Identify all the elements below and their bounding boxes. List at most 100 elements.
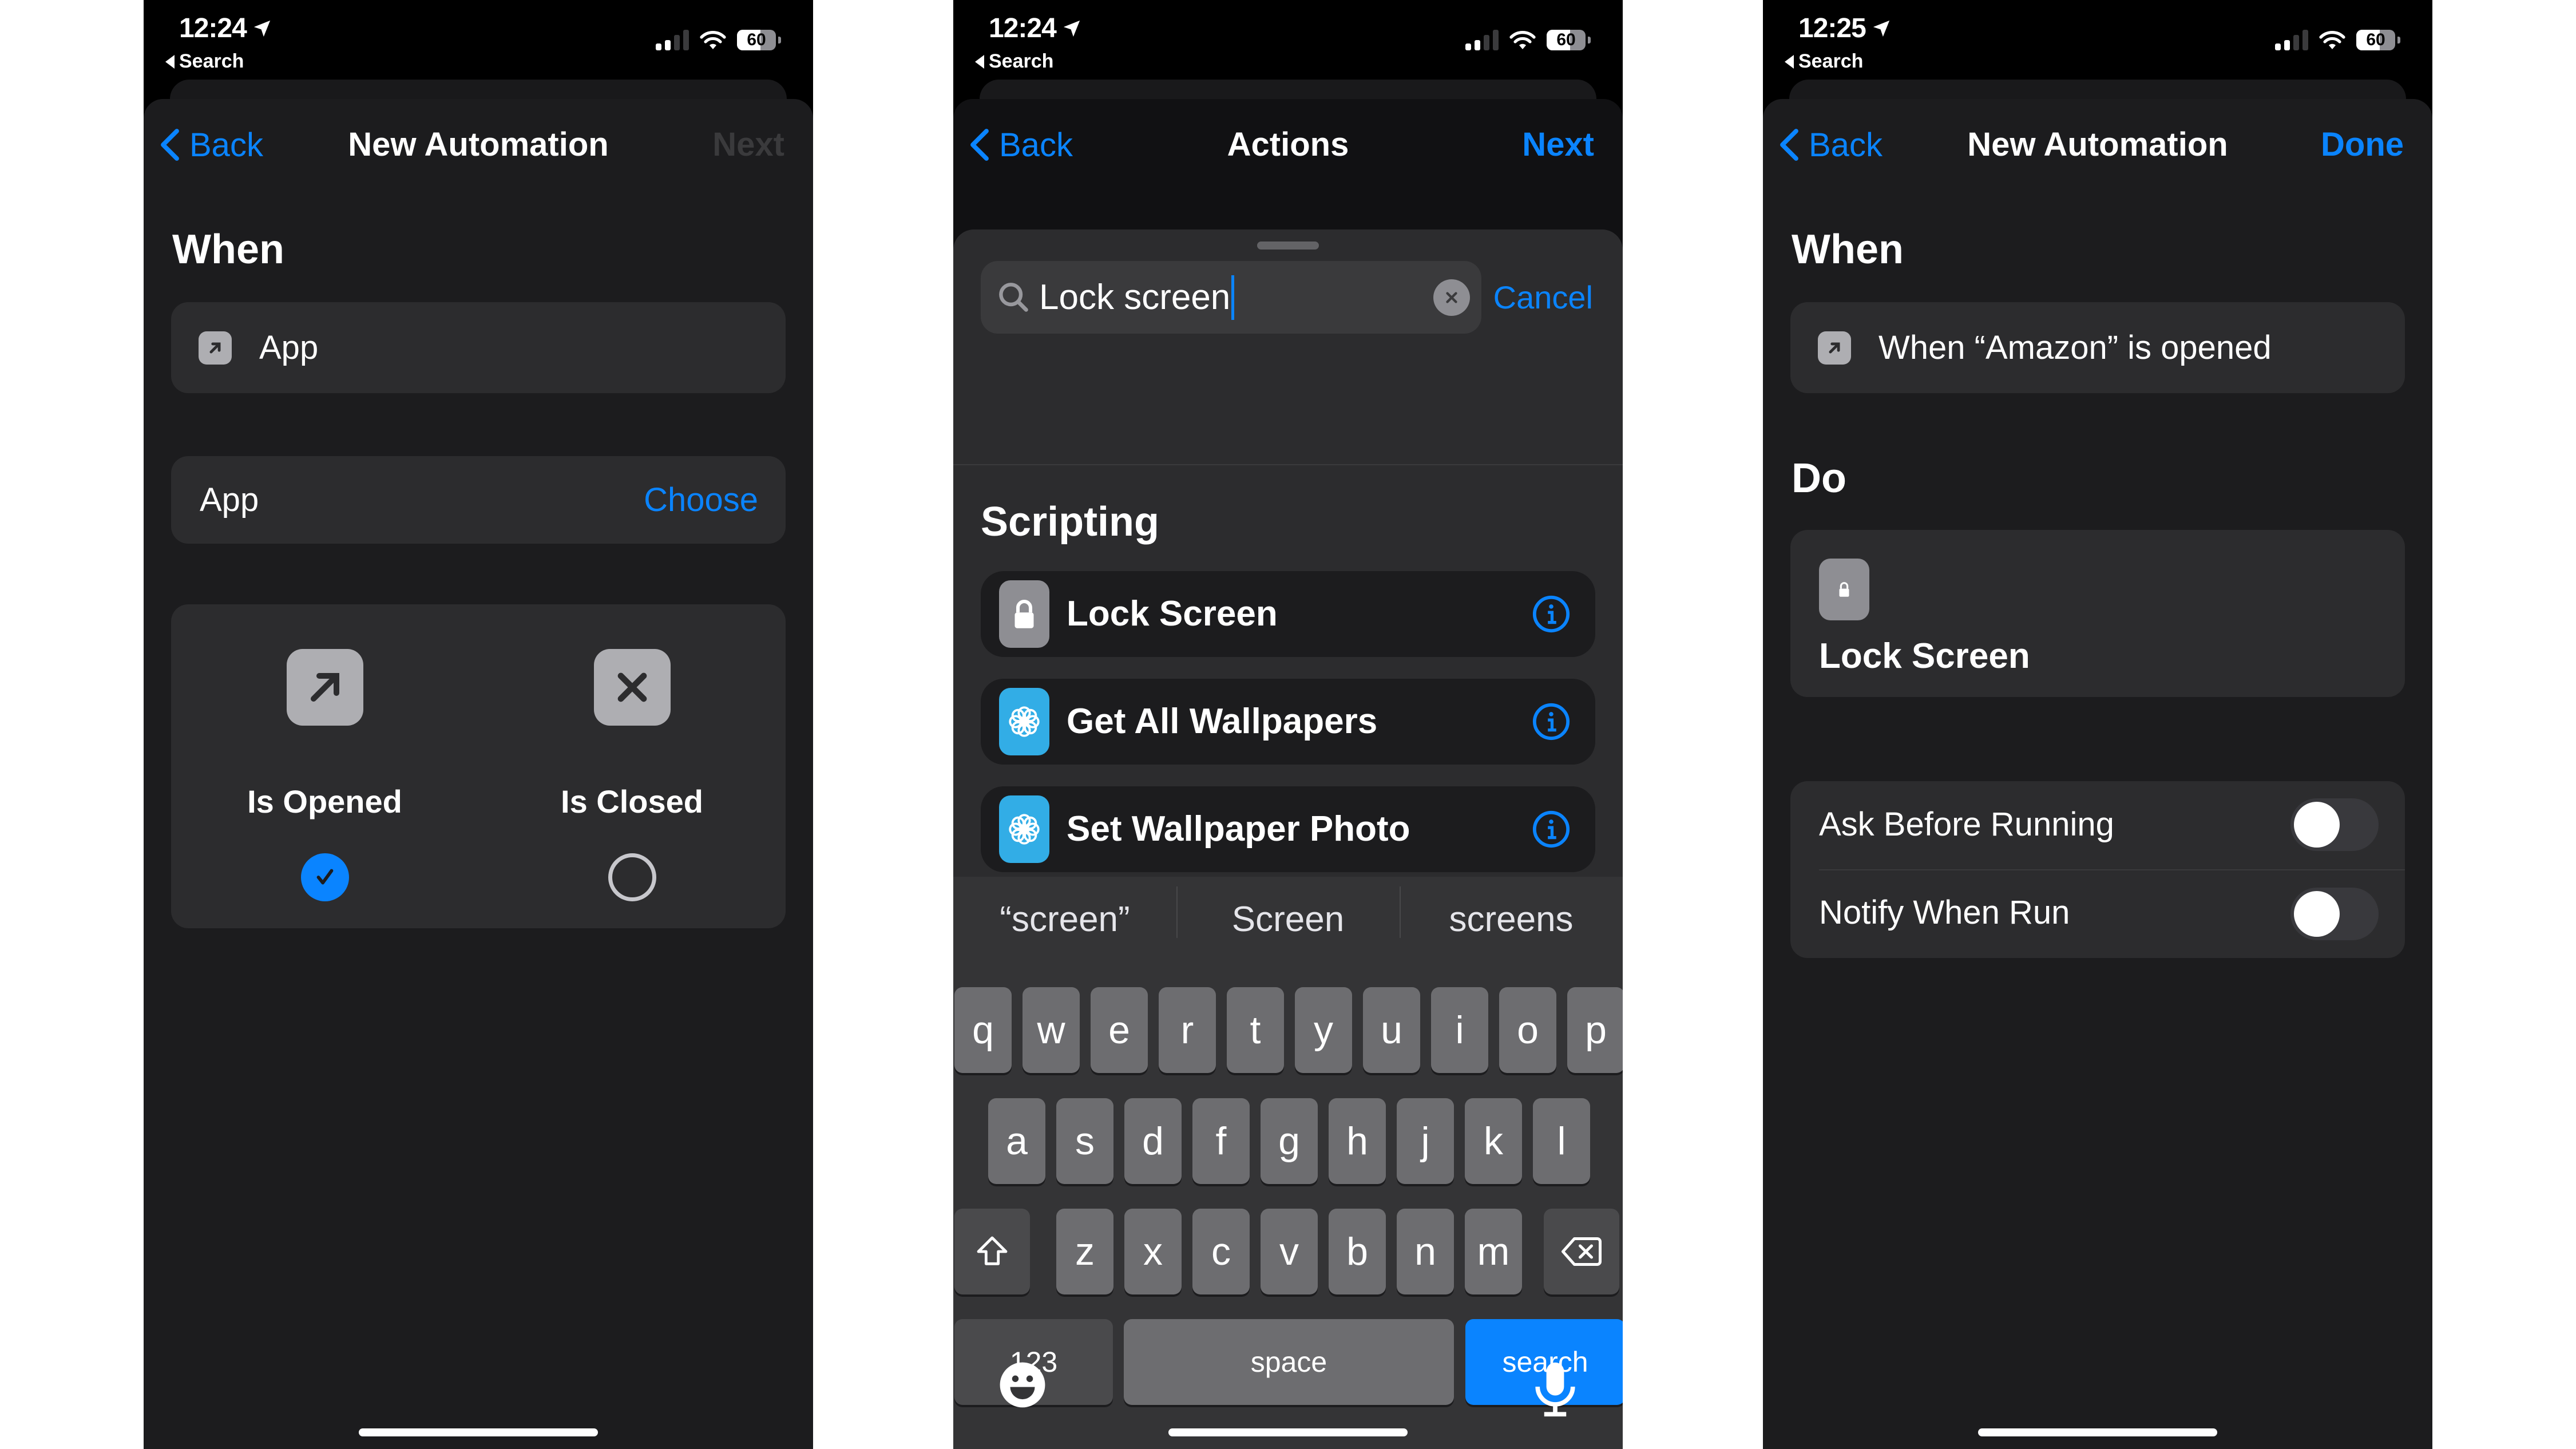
home-indicator[interactable] (1978, 1428, 2217, 1436)
battery-indicator: 60 (737, 30, 776, 50)
key-s[interactable]: s (1056, 1098, 1113, 1184)
app-picker-row[interactable]: App Choose (171, 456, 786, 544)
action-row-set-wallpaper-photo[interactable]: Set Wallpaper Photo (981, 786, 1595, 872)
key-x[interactable]: x (1124, 1209, 1182, 1294)
key-g[interactable]: g (1261, 1098, 1318, 1184)
radio-unselected-icon[interactable] (608, 853, 656, 901)
option-is-closed[interactable]: Is Closed (478, 604, 786, 928)
setting-label: Ask Before Running (1819, 806, 2114, 843)
suggestion-item[interactable]: screens (1400, 886, 1623, 940)
cellular-signal-icon (2275, 30, 2308, 50)
key-n[interactable]: n (1397, 1209, 1454, 1294)
wifi-icon (2319, 31, 2345, 49)
status-icons: 60 (656, 30, 781, 50)
suggestion-item[interactable]: “screen” (953, 899, 1176, 940)
key-o[interactable]: o (1499, 987, 1556, 1073)
back-to-search-link[interactable]: Search (975, 50, 1053, 73)
app-row-label: App (200, 481, 259, 518)
when-heading: When (1792, 227, 1904, 272)
key-k[interactable]: k (1465, 1098, 1522, 1184)
wallpaper-flower-icon (999, 795, 1049, 863)
key-y[interactable]: y (1295, 987, 1352, 1073)
info-icon[interactable] (1531, 809, 1571, 849)
choose-app-button[interactable]: Choose (644, 481, 758, 519)
on-screen-keyboard: “screen” Screen screens qwertyuiop asdfgh… (953, 877, 1623, 1449)
shift-key[interactable] (954, 1209, 1030, 1294)
app-open-arrow-icon (1818, 331, 1851, 365)
emoji-icon[interactable] (998, 1360, 1047, 1410)
key-c[interactable]: c (1192, 1209, 1250, 1294)
space-key[interactable]: space (1124, 1319, 1454, 1405)
suggestion-item[interactable]: Screen (1176, 886, 1400, 940)
key-p[interactable]: p (1567, 987, 1623, 1073)
next-button[interactable]: Next (712, 122, 784, 168)
home-indicator[interactable] (1168, 1428, 1408, 1436)
key-w[interactable]: w (1023, 987, 1080, 1073)
clear-search-button[interactable] (1433, 279, 1470, 316)
battery-nub (2397, 37, 2400, 43)
key-h[interactable]: h (1329, 1098, 1386, 1184)
phone-screen-trigger: 12:24 Search 60 Back New Automation Next… (144, 0, 813, 1449)
do-action-card[interactable]: Lock Screen (1790, 530, 2405, 697)
action-row-get-all-wallpapers[interactable]: Get All Wallpapers (981, 679, 1595, 765)
phone-screen-actions: 12:24 Search 60 Back Actions Next Lock s… (953, 0, 1623, 1449)
key-m[interactable]: m (1465, 1209, 1522, 1294)
back-triangle-icon (165, 54, 175, 69)
cancel-search-button[interactable]: Cancel (1493, 261, 1593, 334)
when-heading: When (172, 227, 284, 272)
key-e[interactable]: e (1091, 987, 1148, 1073)
divider (953, 464, 1623, 465)
do-action-label: Lock Screen (1819, 636, 2030, 676)
lock-icon (999, 580, 1049, 648)
radio-selected-checkmark-icon[interactable] (300, 853, 349, 901)
info-icon[interactable] (1531, 702, 1571, 742)
open-close-options: Is Opened Is Closed (171, 604, 786, 928)
search-icon (999, 282, 1028, 312)
microphone-icon[interactable] (1532, 1360, 1578, 1418)
back-to-search-link[interactable]: Search (1785, 50, 1863, 73)
done-button[interactable]: Done (2321, 122, 2404, 168)
key-u[interactable]: u (1363, 987, 1420, 1073)
key-v[interactable]: v (1261, 1209, 1318, 1294)
key-d[interactable]: d (1124, 1098, 1182, 1184)
option-is-opened[interactable]: Is Opened (171, 604, 478, 928)
app-open-arrow-icon (199, 331, 232, 365)
key-j[interactable]: j (1397, 1098, 1454, 1184)
search-input-value: Lock screen (1039, 275, 1235, 320)
automation-sheet: Back New Automation Next When App App Ch… (144, 99, 813, 1449)
automation-summary-sheet: Back New Automation Done When When “Amaz… (1763, 99, 2432, 1449)
do-heading: Do (1792, 456, 1846, 501)
divider (1819, 869, 2405, 870)
key-t[interactable]: t (1227, 987, 1284, 1073)
action-label: Set Wallpaper Photo (1067, 809, 1410, 849)
sheet-grabber-handle[interactable] (1257, 242, 1319, 250)
status-time: 12:24 (989, 13, 1081, 44)
backspace-key[interactable] (1544, 1209, 1619, 1294)
run-settings-card: Ask Before Running Notify When Run (1790, 781, 2405, 958)
back-triangle-icon (975, 54, 984, 69)
notify-when-run-toggle[interactable] (2290, 888, 2379, 940)
search-input[interactable]: Lock screen (981, 261, 1481, 334)
trigger-row[interactable]: When “Amazon” is opened (1790, 302, 2405, 393)
toggle-knob (2294, 891, 2340, 937)
status-icons: 60 (1465, 30, 1591, 50)
scripting-section-heading: Scripting (981, 499, 1160, 545)
key-q[interactable]: q (954, 987, 1012, 1073)
home-indicator[interactable] (359, 1428, 598, 1436)
wifi-icon (700, 31, 726, 49)
key-l[interactable]: l (1533, 1098, 1590, 1184)
ask-before-running-toggle[interactable] (2290, 798, 2379, 851)
info-icon[interactable] (1531, 594, 1571, 634)
key-i[interactable]: i (1431, 987, 1488, 1073)
trigger-row[interactable]: App (171, 302, 786, 393)
key-b[interactable]: b (1329, 1209, 1386, 1294)
next-button[interactable]: Next (1522, 122, 1594, 168)
back-to-search-link[interactable]: Search (165, 50, 244, 73)
key-r[interactable]: r (1159, 987, 1216, 1073)
action-row-lock-screen[interactable]: Lock Screen (981, 571, 1595, 657)
key-f[interactable]: f (1192, 1098, 1250, 1184)
key-z[interactable]: z (1056, 1209, 1113, 1294)
lock-icon (1819, 559, 1869, 620)
key-a[interactable]: a (988, 1098, 1045, 1184)
battery-nub (778, 37, 781, 43)
